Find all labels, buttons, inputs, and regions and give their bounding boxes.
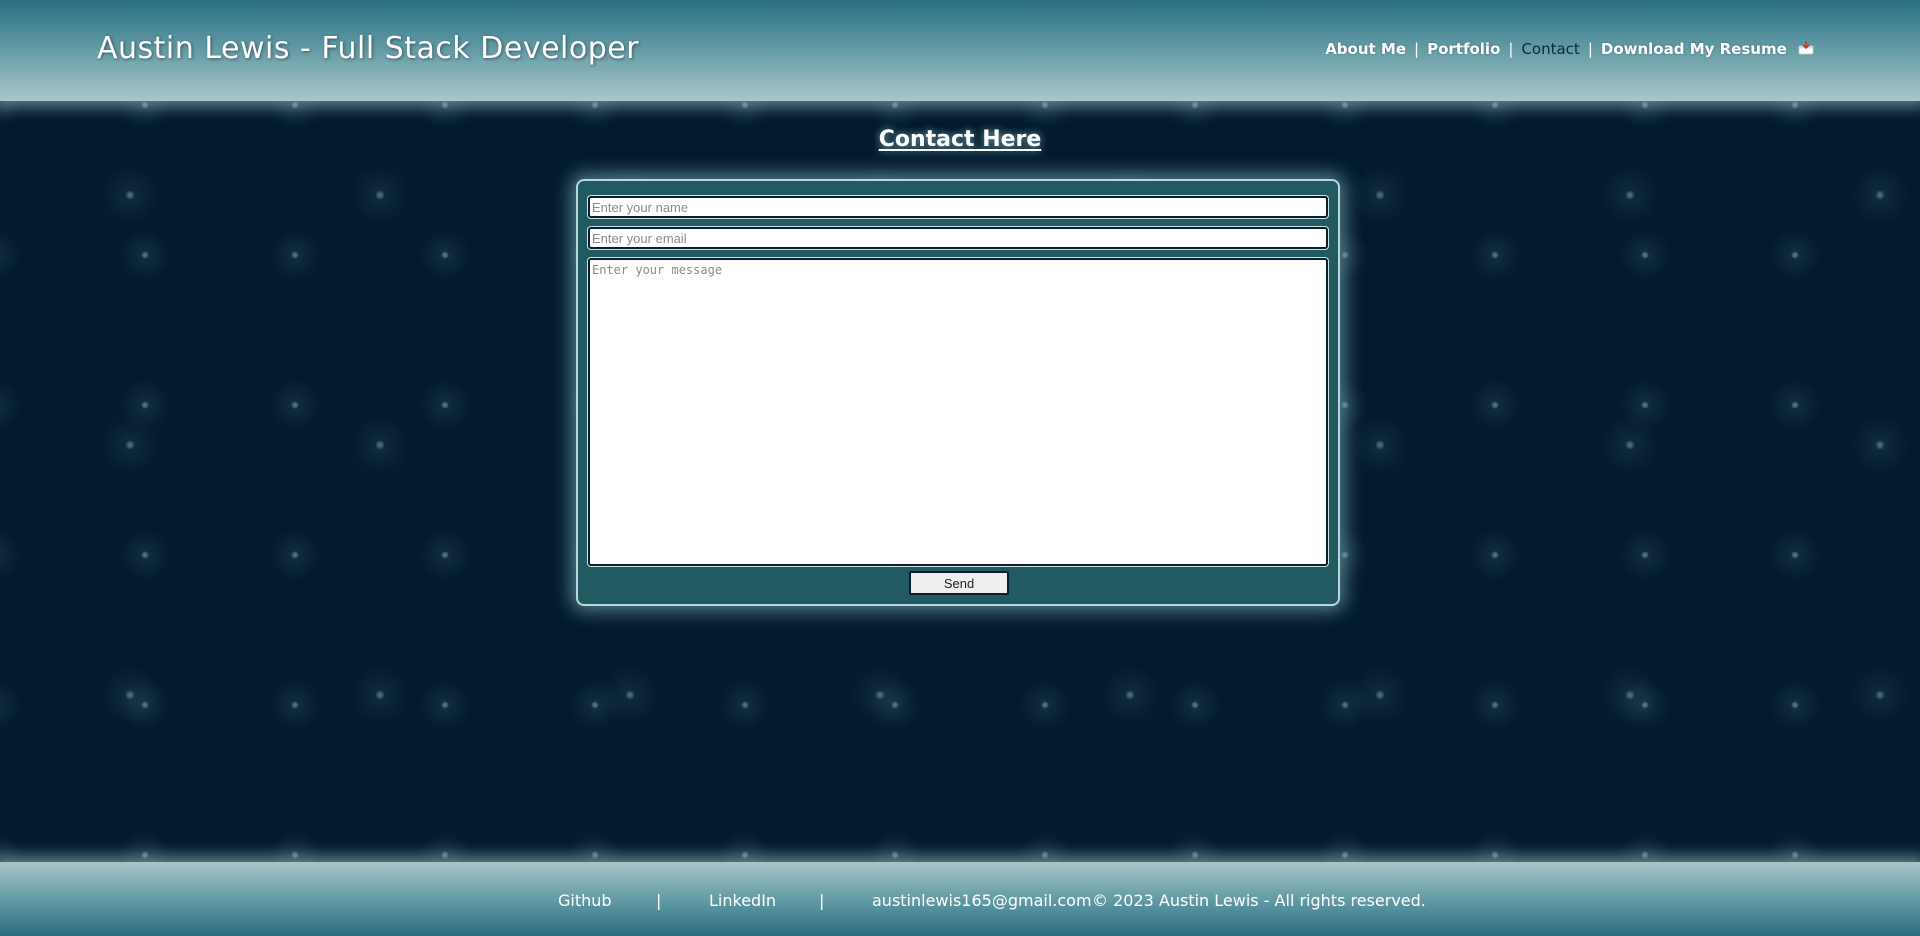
site-title: Austin Lewis - Full Stack Developer [97, 31, 640, 66]
footer-copyright: © 2023 Austin Lewis - All rights reserve… [1092, 891, 1426, 910]
nav-resume-label: Download My Resume [1600, 40, 1787, 58]
main-nav: About Me | Portfolio | Contact | Downloa… [1325, 40, 1814, 58]
nav-portfolio-link[interactable]: Portfolio [1427, 40, 1500, 58]
footer-email-link[interactable]: austinlewis165@gmail.com [872, 891, 1092, 910]
nav-contact-link[interactable]: Contact [1521, 40, 1579, 58]
download-tray-icon [1798, 40, 1814, 55]
send-button[interactable]: Send [909, 571, 1009, 595]
footer-github-link[interactable]: Github [558, 891, 612, 910]
footer-links: Github | LinkedIn | austinlewis165@gmail… [0, 891, 1920, 911]
nav-about-link[interactable]: About Me [1325, 40, 1406, 58]
email-input[interactable] [588, 227, 1328, 249]
contact-heading: Contact Here [878, 127, 1042, 152]
footer-separator: | [656, 891, 662, 910]
site-footer: Github | LinkedIn | austinlewis165@gmail… [0, 862, 1920, 936]
nav-separator: | [1508, 40, 1514, 58]
site-header: Austin Lewis - Full Stack Developer Abou… [0, 0, 1920, 101]
footer-separator: | [819, 891, 825, 910]
nav-separator: | [1587, 40, 1593, 58]
name-input[interactable] [588, 196, 1328, 218]
footer-linkedin-link[interactable]: LinkedIn [709, 891, 776, 910]
nav-separator: | [1414, 40, 1420, 58]
nav-resume-link[interactable]: Download My Resume [1601, 40, 1814, 58]
contact-form: Send [576, 179, 1340, 606]
message-textarea[interactable] [588, 258, 1328, 566]
